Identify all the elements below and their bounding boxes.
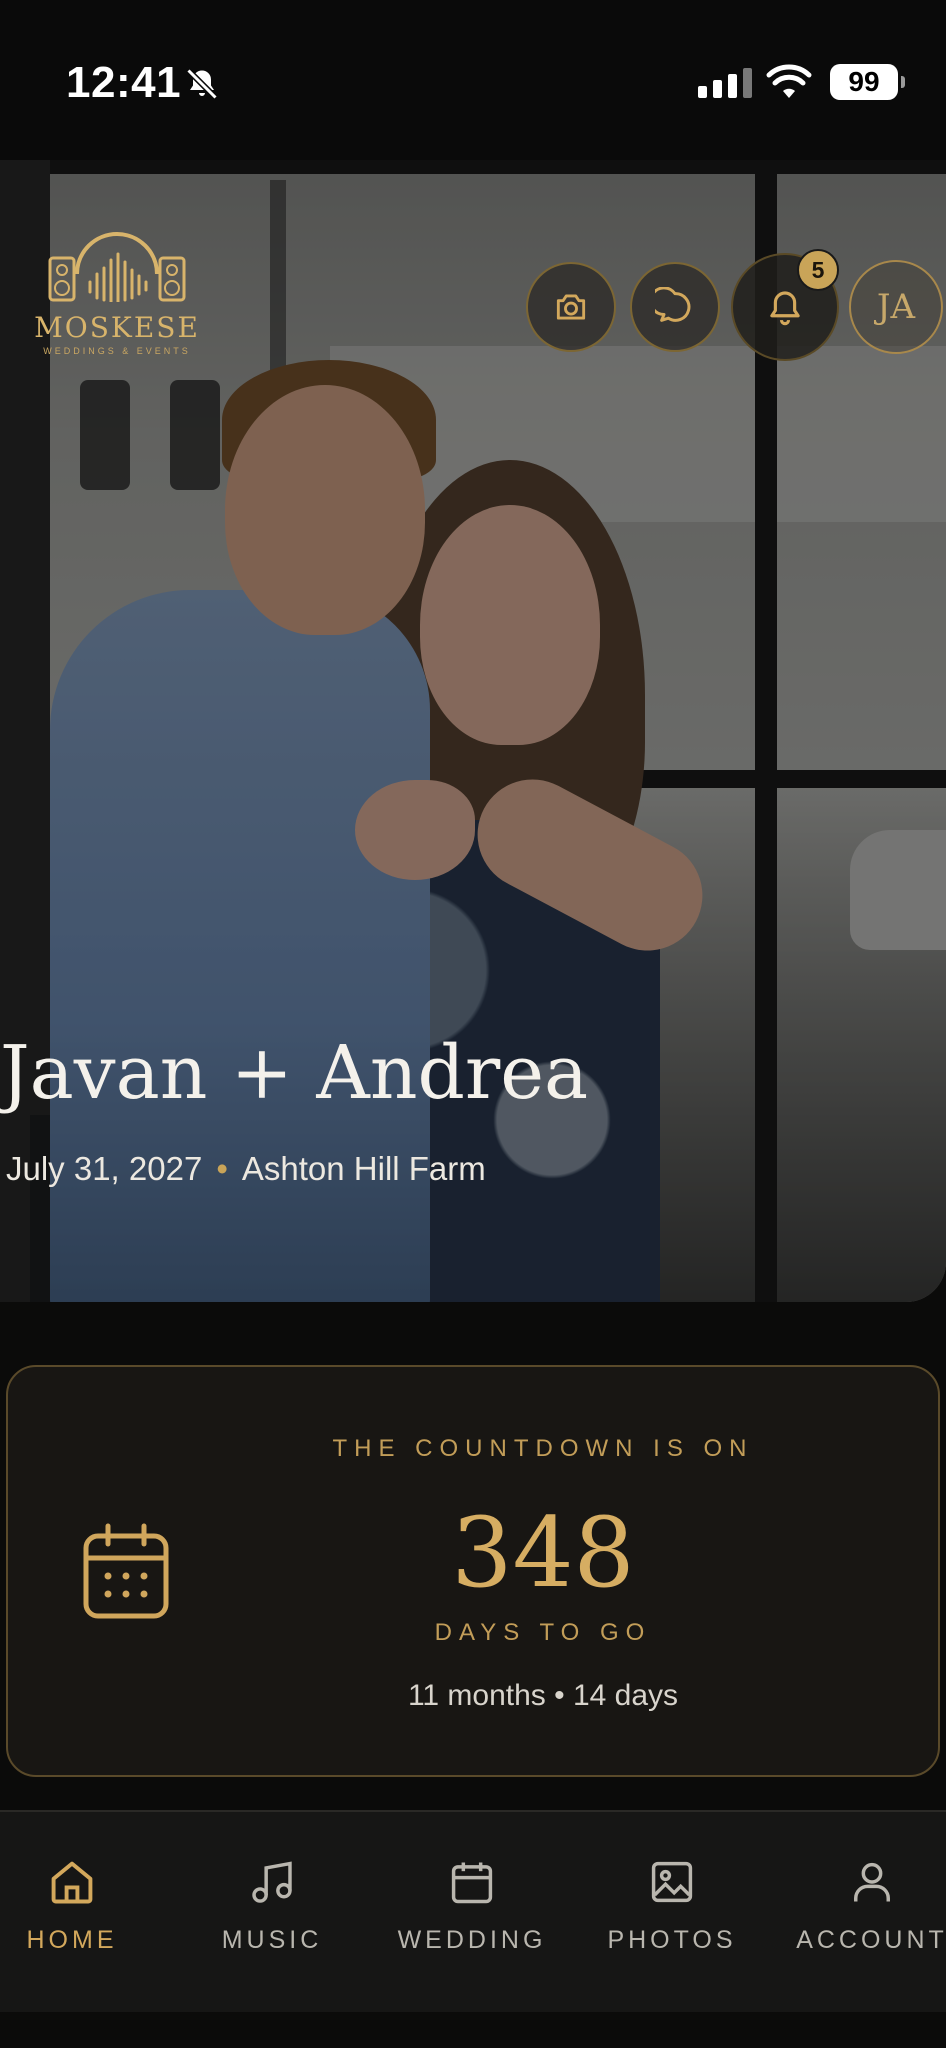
person-icon bbox=[854, 1862, 890, 1902]
profile-avatar-button[interactable]: JA bbox=[849, 260, 943, 354]
countdown-heading: THE COUNTDOWN IS ON bbox=[332, 1435, 754, 1462]
brand-logo: MOSKESE WEDDINGS & EVENTS bbox=[32, 230, 202, 356]
days-to-go-label: DAYS TO GO bbox=[434, 1619, 652, 1646]
nav-music-label: MUSIC bbox=[221, 1926, 323, 1954]
bell-icon bbox=[770, 291, 800, 326]
camera-icon bbox=[556, 294, 586, 320]
brand-tagline: WEDDINGS & EVENTS bbox=[43, 346, 191, 356]
battery-indicator: 99 bbox=[830, 64, 905, 100]
camera-button[interactable] bbox=[526, 262, 616, 352]
nav-wedding-label: WEDDING bbox=[397, 1926, 547, 1954]
music-note-icon bbox=[252, 1861, 292, 1903]
status-time: 12:41 bbox=[66, 58, 182, 107]
nav-wedding[interactable]: WEDDING bbox=[372, 1852, 572, 1955]
brand-name: MOSKESE bbox=[34, 311, 200, 344]
days-remaining: 348 bbox=[451, 1497, 635, 1609]
bottom-navigation: HOME MUSIC WEDDING PHOTOS ACCOUNT bbox=[0, 1810, 946, 2014]
nav-home-label: HOME bbox=[26, 1926, 118, 1954]
countdown-detail: 11 months • 14 days bbox=[407, 1679, 679, 1712]
wedding-venue: Ashton Hill Farm bbox=[241, 1150, 486, 1187]
notifications-button[interactable]: 5 bbox=[731, 249, 839, 361]
headphones-logo-icon bbox=[48, 232, 186, 304]
home-icon bbox=[51, 1861, 93, 1904]
couple-names: Javan + Andrea bbox=[0, 1030, 589, 1116]
wedding-date: July 31, 2027 bbox=[6, 1150, 203, 1187]
countdown-card[interactable]: THE COUNTDOWN IS ON 348 DAYS TO GO 11 mo… bbox=[6, 1365, 940, 1777]
nav-photos[interactable]: PHOTOS bbox=[572, 1852, 772, 1955]
chat-bubble-icon bbox=[655, 287, 691, 322]
nav-home[interactable]: HOME bbox=[0, 1852, 172, 1955]
notification-count-badge: 5 bbox=[797, 249, 839, 291]
nav-music[interactable]: MUSIC bbox=[172, 1852, 372, 1955]
nav-account[interactable]: ACCOUNT bbox=[772, 1852, 946, 1955]
silent-mode-icon bbox=[184, 66, 220, 107]
status-bar: 12:41 99 bbox=[0, 0, 946, 160]
wedding-details: July 31, 2027 • Ashton Hill Farm bbox=[6, 1150, 486, 1188]
separator-dot: • bbox=[216, 1150, 228, 1187]
home-indicator-area bbox=[0, 2012, 946, 2048]
calendar-icon bbox=[451, 1862, 493, 1904]
cellular-signal-icon bbox=[698, 68, 752, 98]
hero-banner: MOSKESE WEDDINGS & EVENTS 5 JA Javan + A… bbox=[0, 160, 946, 1302]
wifi-icon bbox=[766, 64, 812, 105]
image-icon bbox=[651, 1861, 693, 1903]
nav-photos-label: PHOTOS bbox=[607, 1926, 737, 1954]
chat-button[interactable] bbox=[630, 262, 720, 352]
nav-account-label: ACCOUNT bbox=[796, 1926, 946, 1954]
